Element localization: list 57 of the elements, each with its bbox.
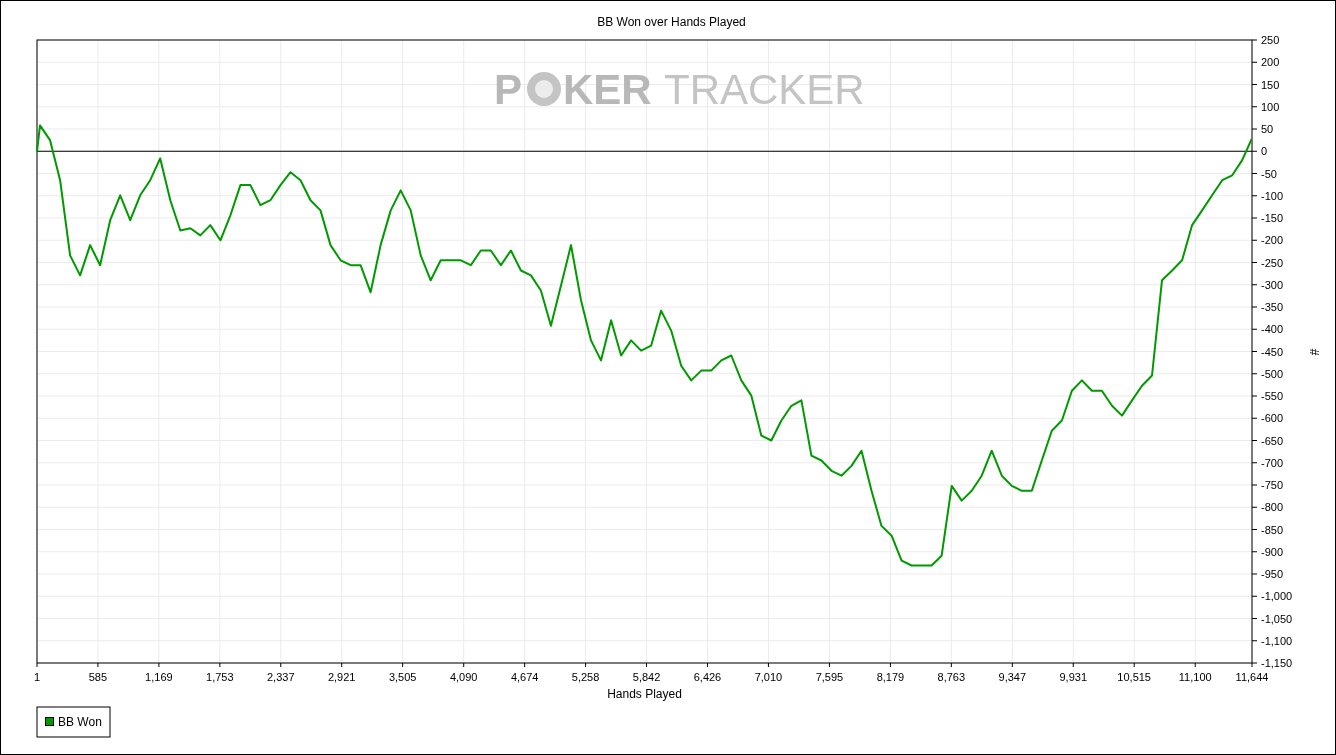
x-tick-label: 10,515: [1117, 671, 1151, 683]
watermark-text: KER: [563, 66, 652, 113]
watermark-letter: P: [494, 66, 522, 113]
y-tick-label: -850: [1261, 523, 1284, 536]
y-tick-label: 50: [1261, 123, 1274, 135]
watermark-text: TRACKER: [664, 66, 865, 113]
y-tick-label: -1,150: [1261, 657, 1293, 669]
y-tick-label: 200: [1261, 56, 1280, 69]
y-tick-label: -350: [1261, 301, 1284, 313]
chart-title: BB Won over Hands Played: [597, 15, 746, 29]
y-tick-label: -1,000: [1261, 590, 1293, 603]
x-tick-label: 4,674: [510, 671, 539, 683]
x-tick-label: 7,010: [754, 671, 783, 683]
x-tick-label: 5,258: [571, 671, 600, 683]
y-tick-label: -1,050: [1261, 612, 1293, 625]
x-tick-label: 8,179: [876, 671, 905, 683]
x-tick-label: 1,169: [145, 671, 173, 683]
y-tick-label: -950: [1261, 568, 1284, 580]
y-tick-label: 150: [1261, 78, 1280, 91]
y-tick-label: -300: [1261, 278, 1284, 291]
x-tick-label: 1: [33, 671, 41, 683]
x-axis-title: Hands Played: [607, 687, 682, 701]
x-tick-label: 4,090: [449, 671, 478, 683]
y-tick-label: -1,100: [1261, 634, 1293, 647]
y-tick-label: -900: [1261, 545, 1284, 558]
y-tick-label: -250: [1261, 256, 1284, 269]
legend-label: BB Won: [58, 715, 102, 729]
y-tick-label: -50: [1261, 167, 1277, 180]
x-tick-label: 9,347: [998, 671, 1027, 683]
y-tick-label: -600: [1261, 412, 1284, 425]
y-tick-label: -650: [1261, 434, 1284, 447]
y-tick-label: -500: [1261, 367, 1284, 380]
x-tick-label: 2,921: [327, 671, 356, 683]
y-tick-label: 100: [1261, 100, 1280, 113]
x-tick-label: 1,753: [206, 671, 234, 683]
x-tick-label: 7,595: [815, 671, 844, 683]
y-tick-label: 250: [1261, 34, 1280, 46]
y-tick-label: -400: [1261, 323, 1284, 336]
y-tick-label: 0: [1261, 145, 1268, 158]
x-tick-label: 11,100: [1178, 671, 1212, 683]
y-tick-label: -750: [1261, 479, 1284, 491]
y-axis-title: #: [1307, 348, 1321, 356]
y-tick-label: -800: [1261, 501, 1284, 514]
x-tick-label: 9,931: [1059, 671, 1087, 683]
y-tick-label: -100: [1261, 189, 1284, 202]
x-tick-label: 3,505: [388, 671, 417, 683]
y-tick-label: -550: [1261, 390, 1284, 402]
x-tick-label: 2,337: [267, 671, 295, 683]
y-tick-label: -450: [1261, 345, 1284, 358]
x-tick-label: 585: [88, 671, 108, 683]
y-tick-label: -700: [1261, 456, 1284, 469]
x-tick-label: 6,426: [693, 671, 722, 683]
y-tick-label: -200: [1261, 234, 1284, 247]
y-tick-label: -150: [1261, 212, 1284, 224]
x-tick-label: 8,763: [937, 671, 966, 683]
x-tick-label: 11,644: [1235, 671, 1269, 683]
x-tick-label: 5,842: [632, 671, 661, 683]
